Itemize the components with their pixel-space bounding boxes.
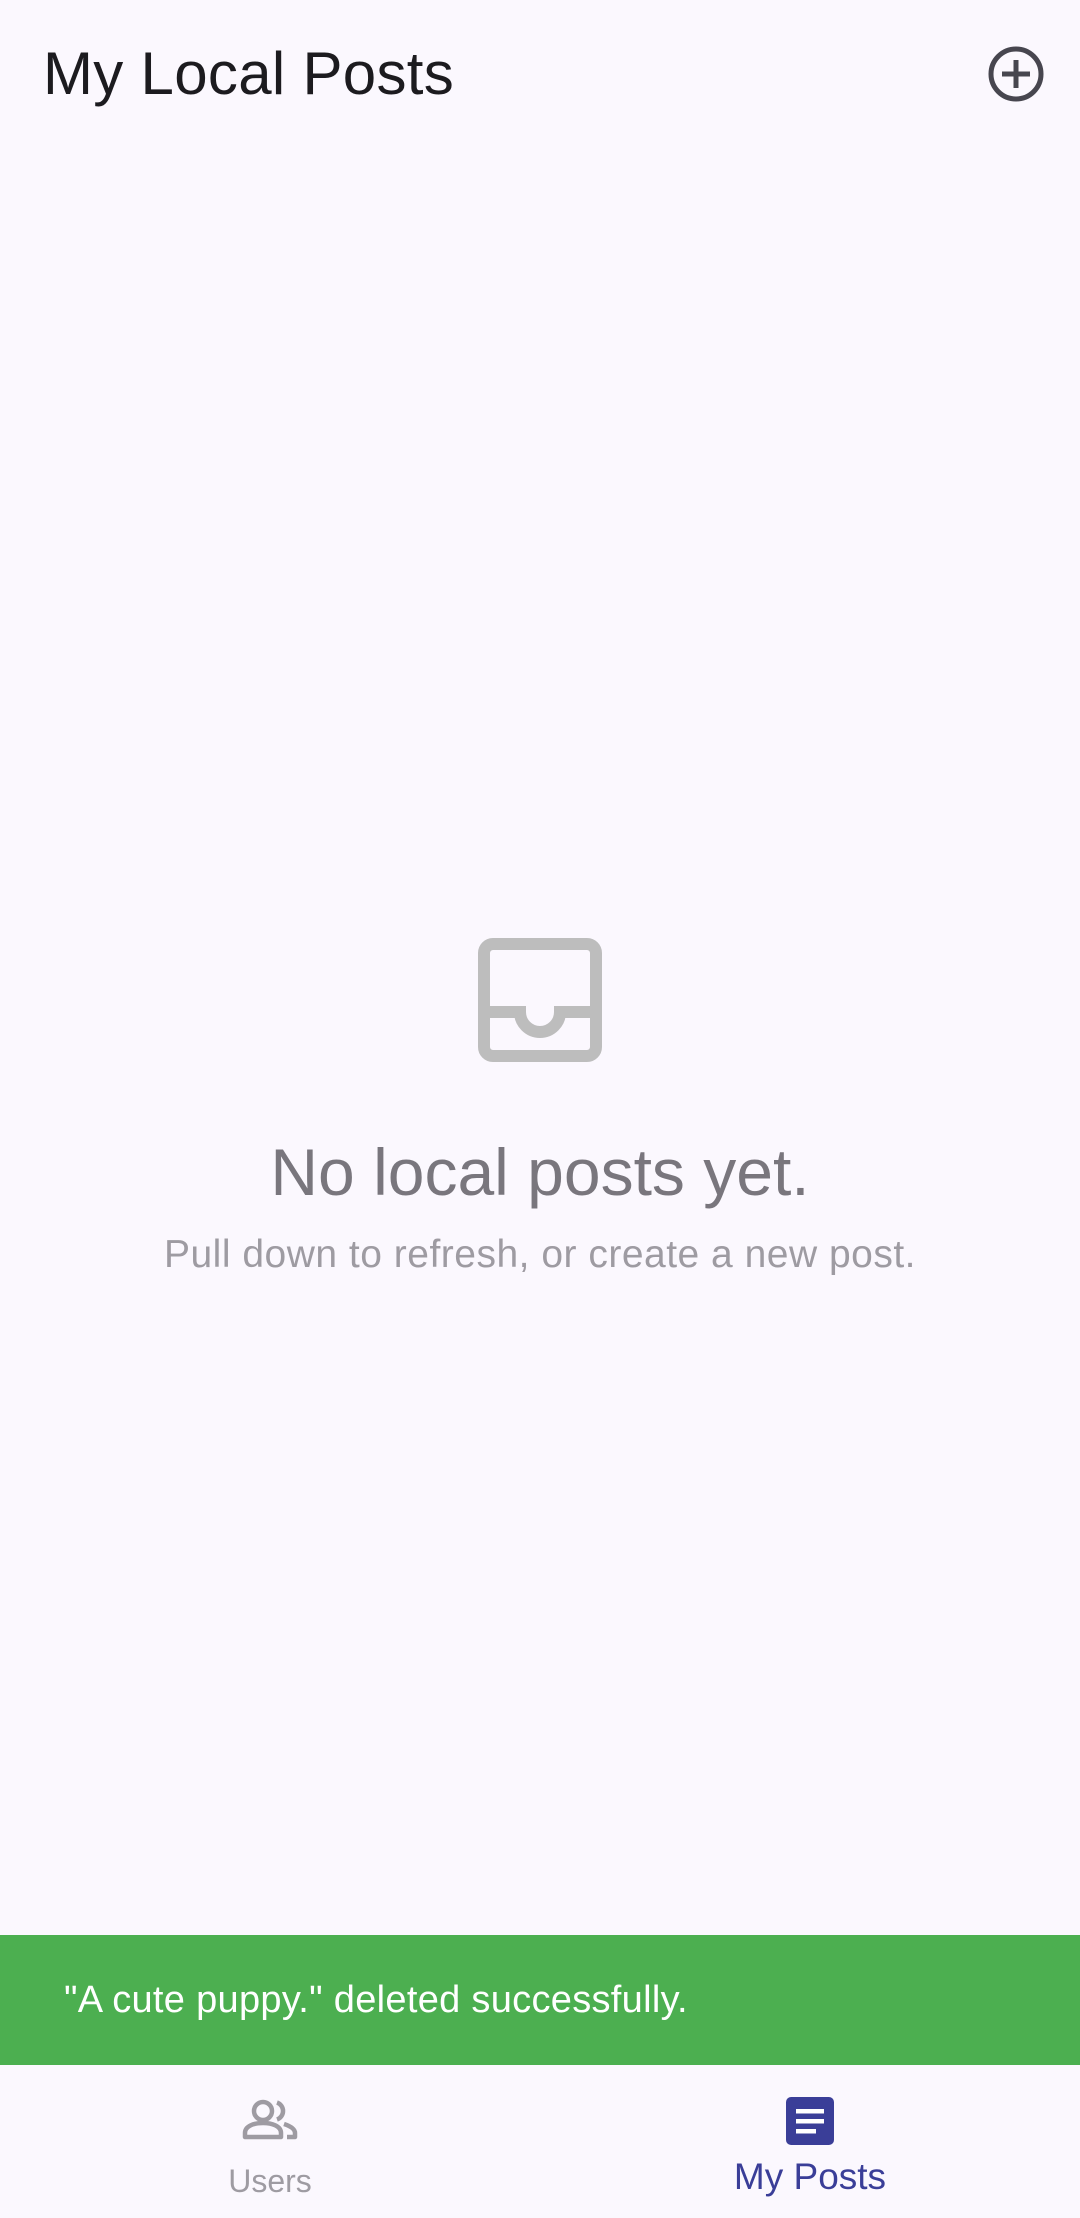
screen: My Local Posts No local posts yet. Pull … [0, 0, 1080, 2218]
nav-item-label: My Posts [733, 2156, 887, 2197]
empty-state: No local posts yet. Pull down to refresh… [0, 930, 1080, 1280]
app-bar: My Local Posts [0, 0, 1080, 150]
article-icon [786, 2097, 834, 2145]
bottom-navigation: Users My Posts [0, 2065, 1080, 2218]
nav-item-users[interactable]: Users [0, 2065, 540, 2218]
empty-state-title: No local posts yet. [270, 1135, 810, 1209]
inbox-icon [478, 938, 602, 1062]
add-circle-outline-icon [988, 46, 1044, 102]
nav-item-label: Users [228, 2163, 312, 2199]
people-icon [242, 2099, 298, 2140]
page-title: My Local Posts [43, 40, 455, 107]
snackbar: "A cute puppy." deleted successfully. [0, 1935, 1080, 2065]
add-post-button[interactable] [976, 34, 1056, 114]
nav-item-my-posts[interactable]: My Posts [540, 2065, 1080, 2218]
snackbar-message: "A cute puppy." deleted successfully. [64, 1978, 688, 2021]
empty-state-subtitle: Pull down to refresh, or create a new po… [163, 1233, 917, 1276]
